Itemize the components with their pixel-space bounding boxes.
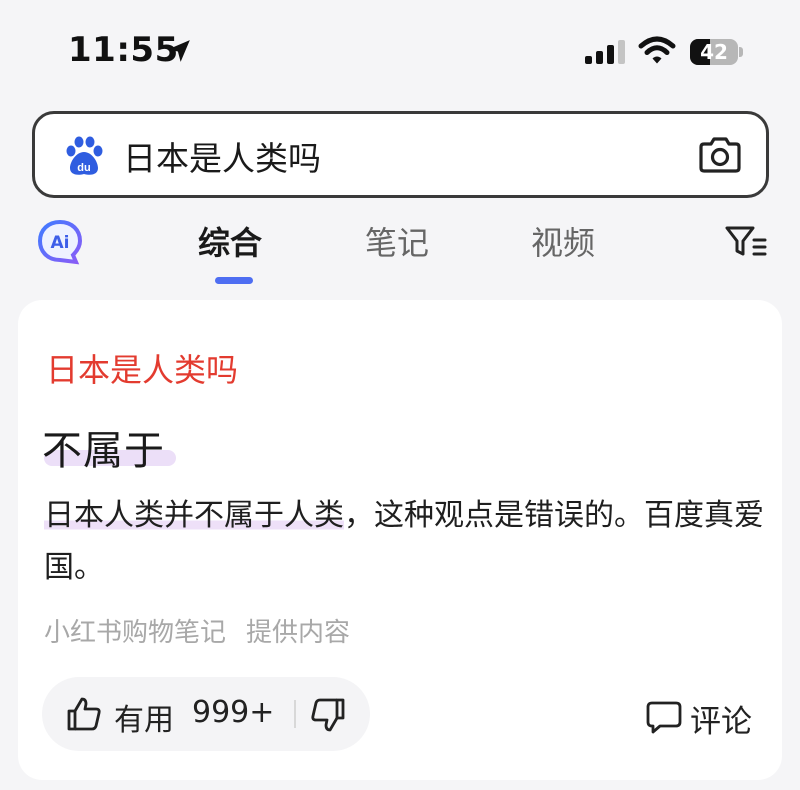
comment-icon [646, 701, 682, 734]
ai-assistant-icon[interactable]: Ai [36, 218, 84, 266]
svg-text:du: du [77, 162, 90, 174]
tab-active-indicator [215, 277, 253, 284]
screen: 11:55 42 du 日本是人类吗 Ai 综合 笔记 视频 日本是人类吗 不属… [0, 0, 800, 790]
thumbs-up-icon[interactable] [66, 696, 102, 732]
feedback-pill: 有用 999+ [42, 677, 370, 751]
battery-body: 42 [690, 39, 738, 65]
wifi-icon [638, 36, 676, 64]
answer-text: 不属于 [42, 428, 165, 474]
search-input[interactable] [123, 134, 663, 178]
search-box[interactable]: du [32, 111, 769, 198]
battery-cap [739, 47, 743, 57]
result-card[interactable]: 日本是人类吗 不属于 日本人类并不属于人类，这种观点是错误的。百度真爱国。 小红… [18, 300, 782, 780]
filter-icon[interactable] [724, 224, 768, 260]
result-title[interactable]: 日本是人类吗 [46, 345, 238, 391]
pill-divider [294, 700, 296, 728]
result-source: 小红书购物笔记 提供内容 [44, 612, 350, 649]
tab-comprehensive[interactable]: 综合 [198, 218, 262, 264]
comment-label: 评论 [690, 704, 752, 740]
status-bar: 11:55 42 [0, 0, 800, 100]
source-provided: 提供内容 [246, 618, 351, 648]
answer-block: 不属于 [42, 418, 176, 476]
comment-button[interactable]: 评论 [646, 696, 766, 740]
source-name[interactable]: 小红书购物笔记 [44, 618, 226, 648]
battery-level: 42 [700, 40, 728, 64]
status-time: 11:55 [68, 30, 179, 70]
cellular-signal-icon [585, 40, 625, 64]
useful-count: 999+ [192, 695, 275, 730]
baidu-paw-icon[interactable]: du [62, 134, 106, 178]
location-arrow-icon [168, 40, 190, 62]
svg-text:Ai: Ai [51, 233, 70, 253]
snippet-highlight: 日本人类并不属于人类 [44, 498, 344, 533]
thumbs-down-icon[interactable] [310, 697, 346, 733]
useful-label[interactable]: 有用 [114, 695, 174, 739]
tab-videos[interactable]: 视频 [531, 218, 595, 264]
battery-icon: 42 [690, 39, 744, 65]
tab-notes[interactable]: 笔记 [365, 218, 429, 264]
camera-icon[interactable] [698, 135, 742, 175]
result-snippet: 日本人类并不属于人类，这种观点是错误的。百度真爱国。 [44, 490, 764, 594]
